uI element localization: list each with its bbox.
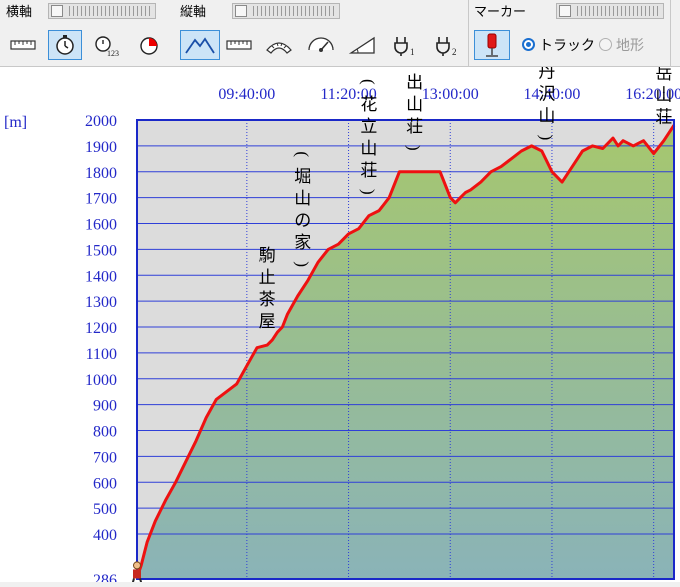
- stopwatch-123-icon: 123: [95, 36, 119, 58]
- waypoint-label-char: 山: [294, 189, 311, 208]
- track-radio-label: トラック: [539, 37, 595, 53]
- y-tick-label: 700: [93, 449, 117, 466]
- waypoint-label-char: 丹: [538, 67, 555, 81]
- y-speed-button[interactable]: [262, 30, 296, 60]
- waypoint-label-char: 岳: [655, 67, 672, 83]
- waypoint-label: (蛭ヶ岳山荘: [654, 4, 673, 127]
- y-tick-label: 1500: [85, 242, 117, 259]
- y-tick-label: 1200: [85, 320, 117, 337]
- plug-1-icon: 1: [394, 37, 415, 57]
- y-tick-label: 1600: [85, 217, 117, 234]
- waypoint-label-char: 沢: [538, 84, 555, 103]
- y-tick-label: 800: [93, 424, 117, 441]
- svg-text:123: 123: [107, 49, 119, 58]
- waypoint-label-char: ): [359, 189, 378, 195]
- waypoint-label-char: 荘: [406, 117, 423, 136]
- x-elapsed-time-button[interactable]: 123: [90, 30, 124, 60]
- plug-2-icon: 2: [436, 37, 457, 57]
- y-unit-label: [m]: [4, 114, 27, 131]
- waypoint-label-char: 止: [259, 268, 276, 287]
- waypoint-label-char: 山: [360, 139, 377, 158]
- waypoint-label-char: 茶: [259, 290, 276, 309]
- waypoint-label-char: 荘: [655, 108, 672, 127]
- x-axis-ticks: 09:40:00 11:20:00 13:00:00 14:40:00 16:20:00: [218, 86, 680, 103]
- chart-area: 09:40:00 11:20:00 13:00:00 14:40:00 16:20:00…: [0, 4, 680, 587]
- waypoint-label-char: 出: [406, 73, 423, 92]
- y-axis-slider-knob[interactable]: [235, 5, 247, 17]
- ruler-icon: [10, 40, 36, 50]
- speedometer-icon: [308, 37, 334, 52]
- y-tick-label: 1400: [85, 268, 117, 285]
- y-elevation-button[interactable]: [180, 30, 220, 60]
- waypoint-label-char: 花: [360, 95, 377, 114]
- y-tick-label: 2000: [85, 113, 117, 130]
- marker-slider-knob[interactable]: [559, 5, 571, 17]
- ruler-icon: [226, 40, 252, 50]
- clock-icon: [56, 35, 74, 55]
- waypoint-label-char: ): [293, 261, 312, 267]
- waypoint-label-char: ): [405, 145, 424, 151]
- y-tick-label: 1900: [85, 139, 117, 156]
- y-axis-label: 縦軸: [180, 4, 207, 19]
- x-distance-button[interactable]: [6, 30, 40, 60]
- pie-clock-icon: [140, 37, 158, 55]
- y-tick-label: 1300: [85, 294, 117, 311]
- y-tick-label: 286: [93, 572, 117, 582]
- x-tick-label: 09:40:00: [218, 86, 275, 103]
- waypoint-label-char: 立: [360, 117, 377, 136]
- waypoint-label-char: 山: [406, 95, 423, 114]
- speed-band-icon: [266, 42, 292, 54]
- waypoint-label-char: 駒: [259, 246, 276, 265]
- y-speedometer-button[interactable]: [304, 30, 338, 60]
- y-tick-label: 500: [93, 501, 117, 518]
- waypoint-label-char: 山: [538, 106, 555, 125]
- y-tick-label: 1700: [85, 191, 117, 208]
- toolbar: 横軸 縦軸 マーカー 123 1 2 トラック 地形: [0, 0, 680, 67]
- y-tick-label: 1100: [86, 346, 117, 363]
- y-tick-label: 600: [93, 475, 117, 492]
- waypoint-label-char: 家: [294, 233, 311, 252]
- x-axis-zoom-slider[interactable]: [48, 3, 156, 19]
- y-distance-button[interactable]: [222, 30, 256, 60]
- x-axis-slider-knob[interactable]: [51, 5, 63, 17]
- y-gradient-button[interactable]: [346, 30, 380, 60]
- x-axis-label: 横軸: [6, 4, 33, 19]
- svg-text:1: 1: [410, 47, 415, 57]
- waypoint-label-char: 屋: [259, 312, 276, 331]
- y-tick-label: 1000: [85, 372, 117, 389]
- mountain-icon: [185, 37, 215, 54]
- marker-pin-icon: [486, 33, 498, 57]
- y-power2-button[interactable]: 2: [430, 30, 464, 60]
- marker-label: マーカー: [474, 4, 527, 19]
- marker-pin-button[interactable]: [474, 30, 510, 60]
- track-radio[interactable]: [522, 38, 535, 51]
- y-axis-ticks: 286 400 500 600 700 800 900 1000 1100 1200 1300 140…: [85, 113, 117, 587]
- terrain-radio-label: 地形: [616, 37, 644, 53]
- svg-text:2: 2: [452, 47, 457, 57]
- waypoint-label-char: の: [294, 211, 311, 230]
- y-tick-label: 400: [93, 527, 117, 544]
- elevation-profile-chart[interactable]: 09:40:00 11:20:00 13:00:00 14:40:00 16:20:00…: [0, 4, 680, 587]
- waypoint-label-char: (: [293, 151, 312, 157]
- waypoint-label-char: (: [359, 79, 378, 85]
- terrain-radio[interactable]: [599, 38, 612, 51]
- y-tick-label: 1800: [85, 165, 117, 182]
- x-tick-label: 13:00:00: [422, 86, 479, 103]
- waypoint-label-char: 荘: [360, 161, 377, 180]
- waypoint-label-char: ): [537, 135, 556, 141]
- waypoint-label-char: ノ: [406, 67, 423, 70]
- y-power1-button[interactable]: 1: [388, 30, 422, 60]
- y-axis-zoom-slider[interactable]: [232, 3, 340, 19]
- waypoint-label-char: 堀: [294, 167, 311, 186]
- waypoint-label-char: 山: [655, 86, 672, 105]
- slope-angle-icon: [348, 36, 375, 54]
- y-tick-label: 900: [93, 398, 117, 415]
- x-time-button[interactable]: [48, 30, 82, 60]
- marker-slider[interactable]: [556, 3, 664, 19]
- x-pace-button[interactable]: [132, 30, 166, 60]
